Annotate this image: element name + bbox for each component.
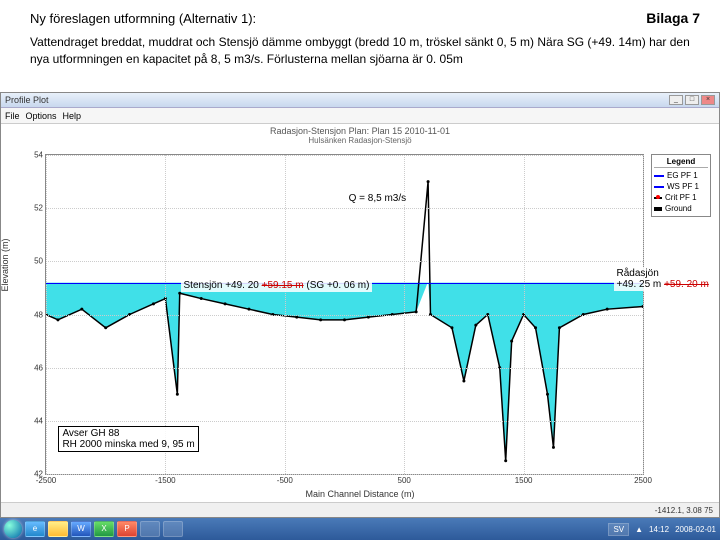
y-tick: 50	[34, 257, 46, 266]
y-tick: 54	[34, 151, 46, 160]
ie-icon[interactable]: e	[25, 521, 45, 537]
x-axis-label: Main Channel Distance (m)	[305, 489, 414, 499]
windows-taskbar[interactable]: e W X P SV ▲ 14:12 2008-02-01	[0, 518, 720, 540]
page-title: Ny föreslagen utformning (Alternativ 1):	[30, 11, 256, 26]
q-annotation: Q = 8,5 m3/s	[346, 192, 410, 205]
legend-title: Legend	[654, 157, 708, 168]
legend-crit: Crit PF 1	[665, 193, 697, 202]
start-button[interactable]	[4, 520, 22, 538]
chart-subtitle: Hulsänken Radasjon-Stensjö	[1, 136, 719, 145]
tray-flag-icon[interactable]: ▲	[635, 525, 643, 534]
word-icon[interactable]: W	[71, 521, 91, 537]
radasjon-annotation: Rådasjön +49. 25 m +59. 20 m	[614, 267, 712, 291]
ws-line-icon	[654, 186, 664, 188]
plot-area: Radasjon-Stensjon Plan: Plan 15 2010-11-…	[1, 124, 719, 501]
clock-date[interactable]: 2008-02-01	[675, 525, 716, 534]
eg-line-icon	[654, 175, 664, 177]
maximize-button[interactable]: □	[685, 95, 699, 105]
x-tick: 500	[398, 474, 411, 485]
chart-title: Radasjon-Stensjon Plan: Plan 15 2010-11-…	[1, 124, 719, 136]
window-titlebar[interactable]: Profile Plot _ □ ×	[1, 93, 719, 108]
y-axis-label: Elevation (m)	[0, 238, 10, 291]
x-tick: -500	[277, 474, 293, 485]
menu-file[interactable]: File	[5, 111, 20, 121]
legend-ws: WS PF 1	[667, 182, 699, 191]
explorer-icon[interactable]	[48, 521, 68, 537]
x-tick: -2500	[36, 474, 56, 485]
chart-legend: Legend EG PF 1 WS PF 1 Crit PF 1 Ground	[651, 154, 711, 217]
close-button[interactable]: ×	[701, 95, 715, 105]
minimize-button[interactable]: _	[669, 95, 683, 105]
y-tick: 52	[34, 204, 46, 213]
x-tick: -1500	[155, 474, 175, 485]
window-title: Profile Plot	[5, 95, 49, 105]
x-tick: 1500	[515, 474, 533, 485]
crit-dot-icon	[654, 197, 662, 199]
stensjon-annotation: Stensjön +49. 20 +59.15 m (SG +0. 06 m)	[181, 279, 373, 292]
powerpoint-icon[interactable]: P	[117, 521, 137, 537]
system-tray[interactable]: SV ▲ 14:12 2008-02-01	[608, 523, 716, 536]
legend-ground: Ground	[665, 204, 692, 213]
note-box-annotation: Avser GH 88 RH 2000 minska med 9, 95 m	[58, 426, 198, 452]
attachment-label: Bilaga 7	[646, 10, 700, 26]
y-tick: 44	[34, 416, 46, 425]
clock-time[interactable]: 14:12	[649, 525, 669, 534]
excel-icon[interactable]: X	[94, 521, 114, 537]
window-statusbar: -1412.1, 3.08 75	[1, 502, 719, 517]
ground-swatch-icon	[654, 207, 662, 211]
description-text: Vattendraget breddat, muddrat och Stensj…	[30, 34, 700, 68]
cursor-coords: -1412.1, 3.08 75	[655, 506, 713, 515]
legend-eg: EG PF 1	[667, 171, 698, 180]
y-tick: 46	[34, 363, 46, 372]
profile-plot-window: Profile Plot _ □ × File Options Help Rea…	[0, 92, 720, 518]
x-tick: 2500	[634, 474, 652, 485]
app-menubar: File Options Help	[1, 108, 719, 124]
taskbar-app-icon[interactable]	[163, 521, 183, 537]
taskbar-app-icon[interactable]	[140, 521, 160, 537]
language-indicator[interactable]: SV	[608, 523, 629, 536]
menu-options[interactable]: Options	[26, 111, 57, 121]
menu-help[interactable]: Help	[63, 111, 82, 121]
y-tick: 48	[34, 310, 46, 319]
